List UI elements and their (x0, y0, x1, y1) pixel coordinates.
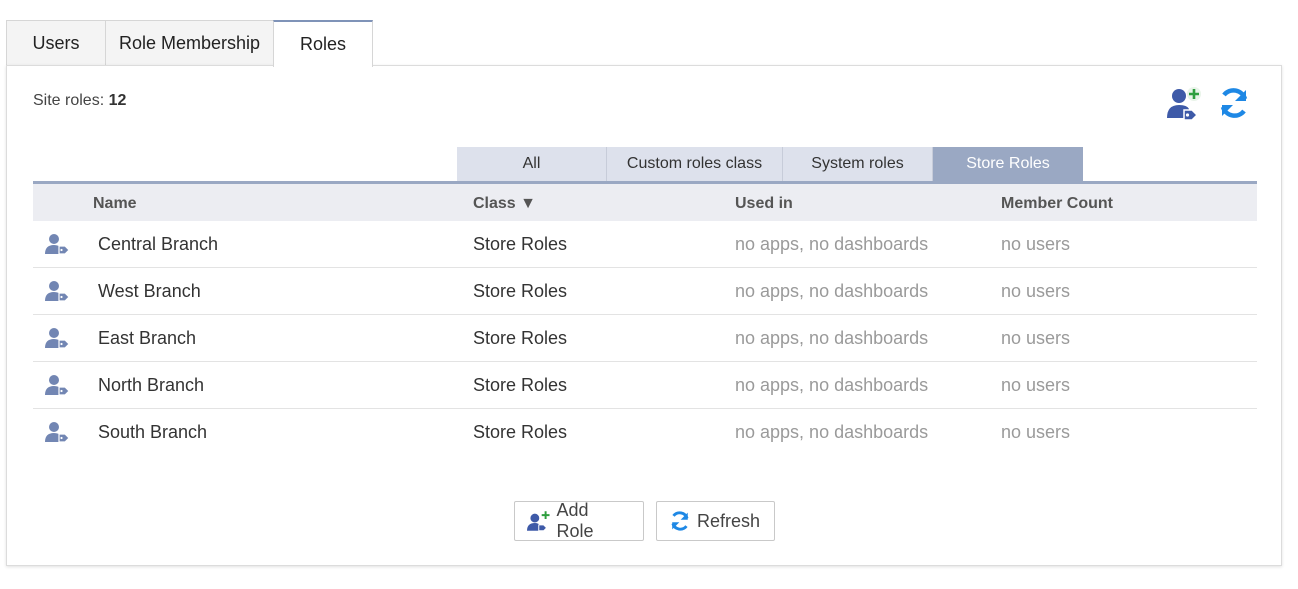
site-roles-summary: Site roles: 12 (33, 92, 126, 110)
role-icon (45, 422, 70, 443)
role-class: Store Roles (473, 234, 568, 254)
add-role-button[interactable]: Add Role (514, 500, 644, 541)
role-name: South Branch (98, 422, 208, 442)
role-used-in: no apps, no dashboards (735, 234, 929, 254)
table-row[interactable]: Central Branch Store Roles no apps, no d… (33, 221, 1257, 268)
site-roles-count: 12 (108, 92, 127, 109)
role-icon (45, 328, 70, 349)
role-name: North Branch (98, 375, 205, 395)
refresh-button-icon (671, 511, 689, 531)
tab-users[interactable]: Users (6, 20, 106, 65)
add-role-button-icon (527, 511, 550, 532)
tab-role-membership[interactable]: Role Membership (105, 20, 274, 65)
role-class: Store Roles (473, 281, 568, 301)
role-class: Store Roles (473, 375, 568, 395)
column-header-name[interactable]: Name (93, 195, 137, 213)
role-member-count: no users (1001, 422, 1071, 442)
role-member-count: no users (1001, 328, 1071, 348)
role-used-in: no apps, no dashboards (735, 328, 929, 348)
toolbar (1167, 86, 1251, 120)
role-used-in: no apps, no dashboards (735, 375, 929, 395)
table-row[interactable]: South Branch Store Roles no apps, no das… (33, 409, 1257, 455)
role-icon (45, 281, 70, 302)
role-class: Store Roles (473, 328, 568, 348)
role-used-in: no apps, no dashboards (735, 422, 929, 442)
role-icon (45, 234, 70, 255)
role-icon (45, 375, 70, 396)
role-name: West Branch (98, 281, 201, 301)
filter-system-roles[interactable]: System roles (783, 147, 933, 181)
role-member-count: no users (1001, 281, 1071, 301)
table-header: Name Class ▼ Used in Member Count (33, 184, 1257, 221)
table-row[interactable]: West Branch Store Roles no apps, no dash… (33, 268, 1257, 315)
role-name: East Branch (98, 328, 197, 348)
filter-all[interactable]: All (457, 147, 607, 181)
add-role-icon[interactable] (1167, 86, 1201, 120)
column-header-used-in[interactable]: Used in (735, 195, 793, 213)
roles-table-body: Central Branch Store Roles no apps, no d… (33, 221, 1257, 455)
filter-store-roles[interactable]: Store Roles (933, 147, 1083, 181)
role-class-filter: All Custom roles class System roles Stor… (457, 147, 1083, 181)
column-header-class[interactable]: Class ▼ (473, 195, 536, 213)
site-roles-label: Site roles: (33, 92, 105, 109)
role-member-count: no users (1001, 234, 1071, 254)
role-member-count: no users (1001, 375, 1071, 395)
column-header-member-count[interactable]: Member Count (1001, 195, 1113, 213)
refresh-button[interactable]: Refresh (656, 501, 775, 541)
role-class: Store Roles (473, 422, 568, 442)
section-tabs: Users Role Membership Roles (6, 20, 373, 67)
table-row[interactable]: East Branch Store Roles no apps, no dash… (33, 315, 1257, 362)
role-name: Central Branch (98, 234, 219, 254)
refresh-label: Refresh (696, 510, 760, 531)
refresh-icon[interactable] (1217, 86, 1251, 120)
role-used-in: no apps, no dashboards (735, 281, 929, 301)
tab-roles[interactable]: Roles (273, 20, 373, 67)
filter-custom-roles-class[interactable]: Custom roles class (607, 147, 783, 181)
roles-panel: Site roles: 12 All Custom roles class Sy… (6, 65, 1282, 566)
table-row[interactable]: North Branch Store Roles no apps, no das… (33, 362, 1257, 409)
add-role-label: Add Role (556, 500, 594, 541)
